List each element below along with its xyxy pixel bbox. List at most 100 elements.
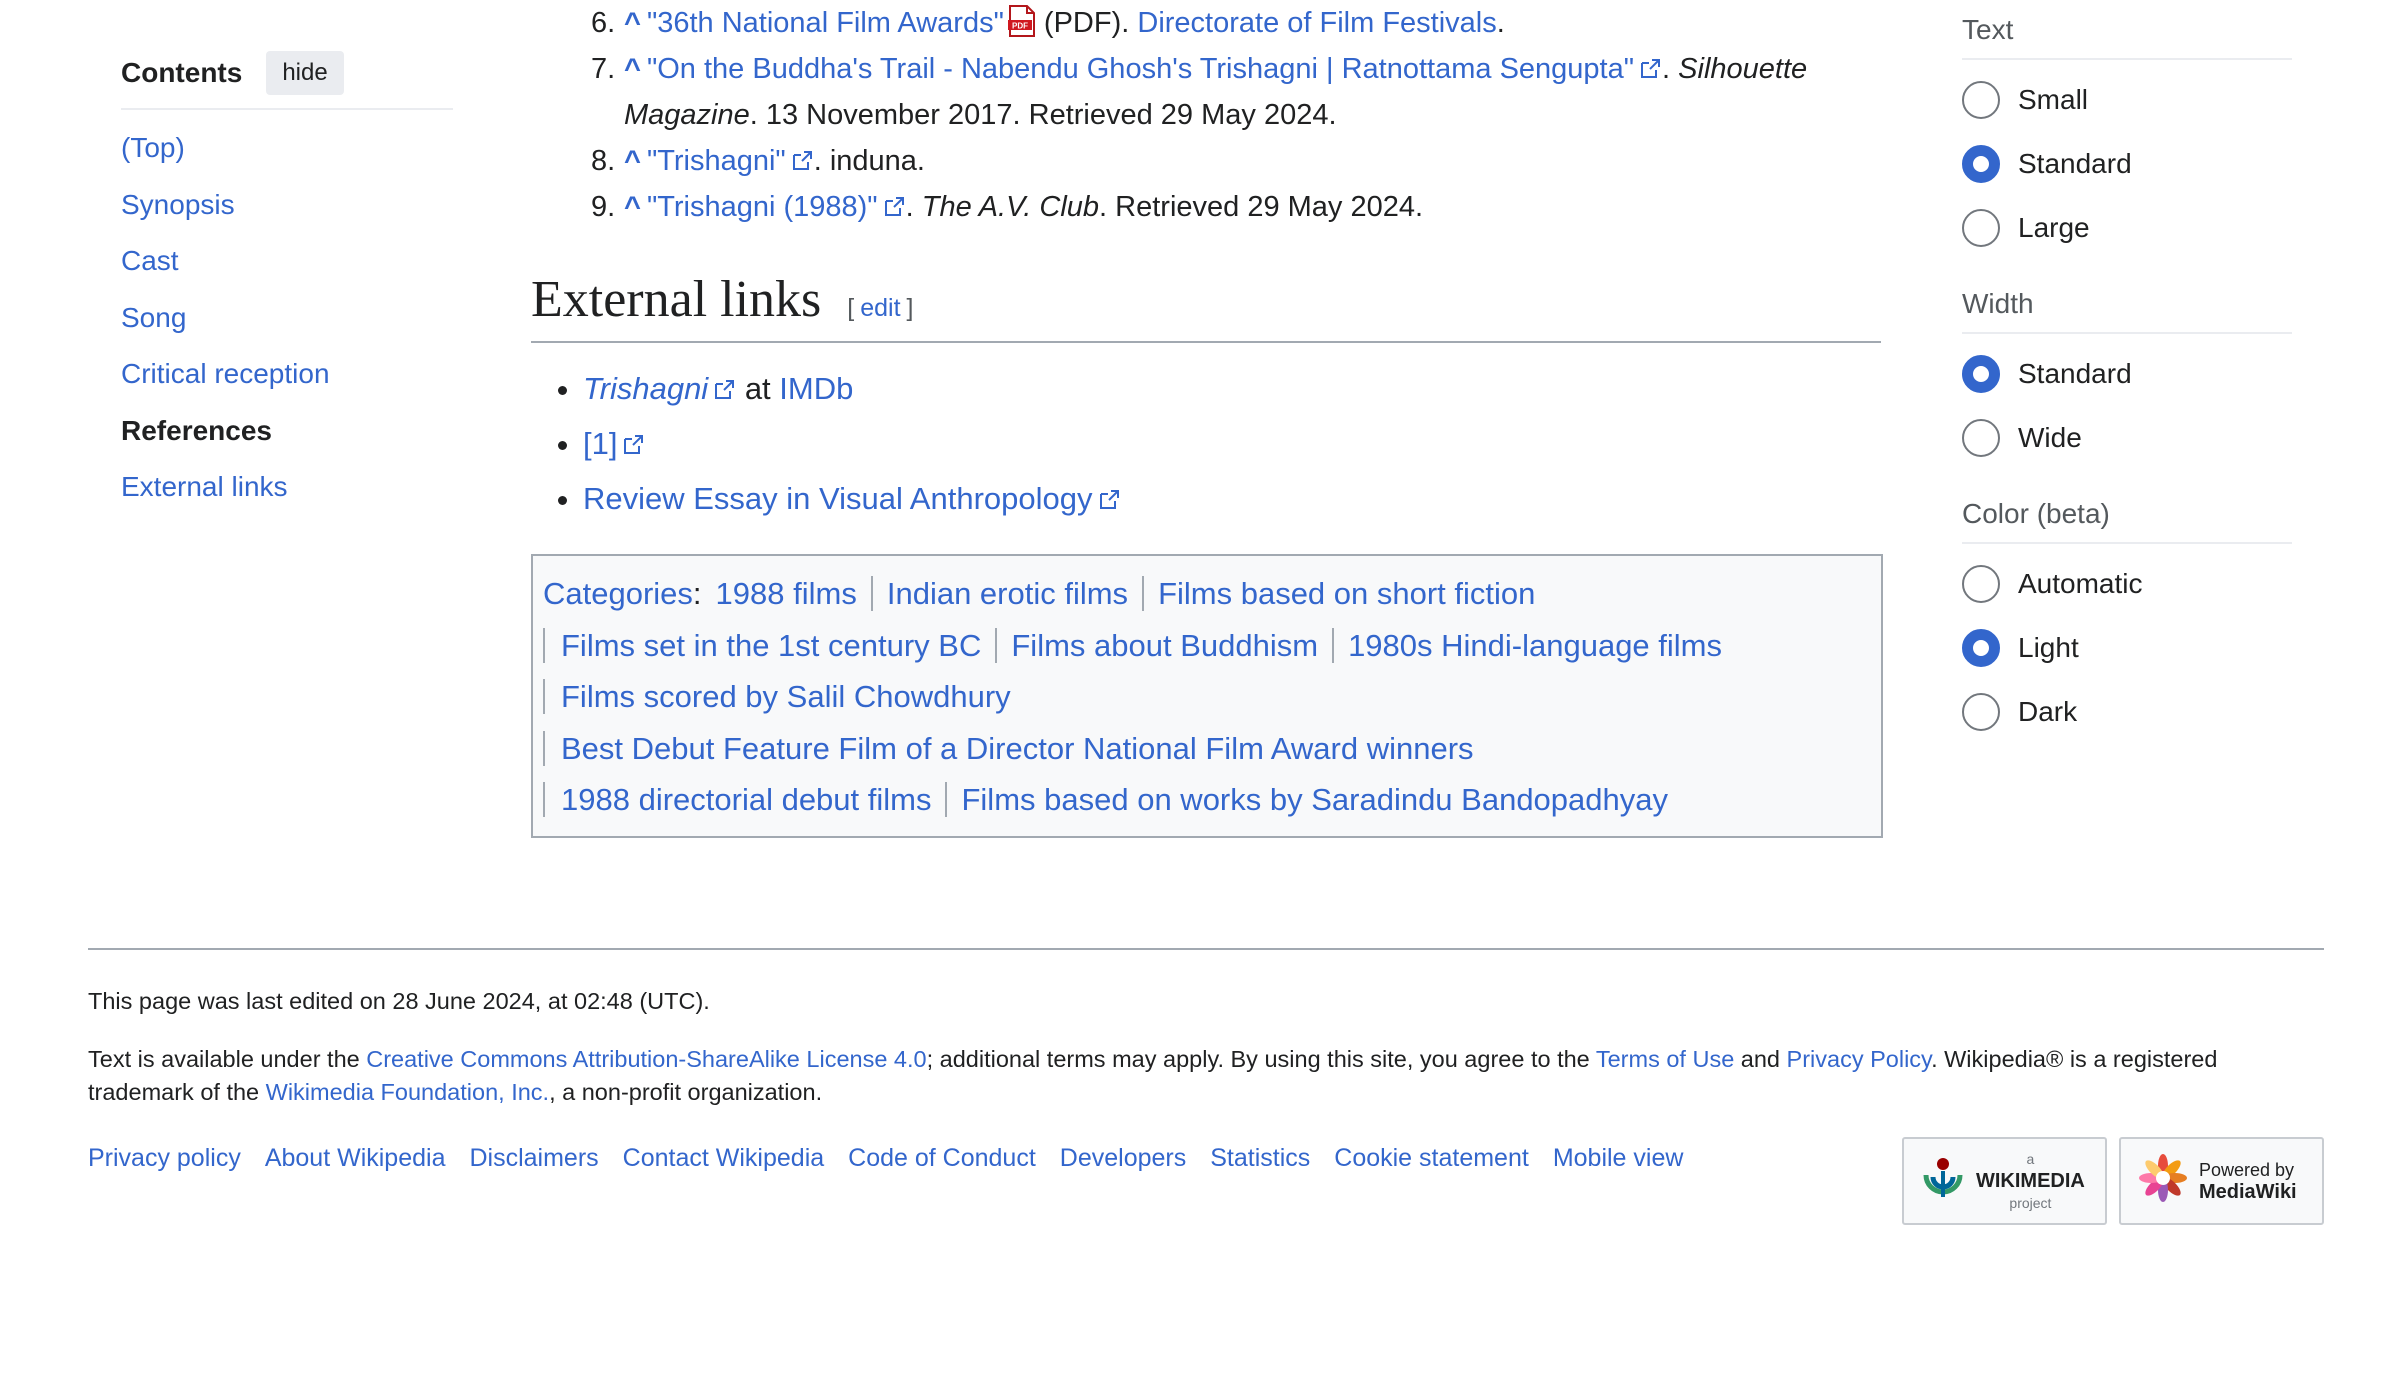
publisher-link[interactable]: Directorate of Film Festivals	[1137, 7, 1496, 39]
toc-item-synopsis[interactable]: Synopsis	[121, 189, 235, 220]
radio-width-wide[interactable]: Wide	[1962, 406, 2292, 470]
wikimedia-foundation-link[interactable]: Wikimedia Foundation, Inc.	[266, 1079, 549, 1105]
external-link-icon	[882, 187, 906, 216]
edit-section: [edit]	[847, 294, 914, 322]
terms-of-use-link[interactable]: Terms of Use	[1596, 1046, 1734, 1072]
external-links-list: Trishagni at IMDb [1] Review Essay in Vi…	[531, 361, 1881, 526]
external-link-icon	[1638, 49, 1662, 78]
radio-button[interactable]	[1962, 565, 2000, 603]
category-link[interactable]: 1988 films	[702, 576, 871, 611]
category-link[interactable]: 1980s Hindi-language films	[1332, 627, 1736, 663]
appearance-panel: Text Small Standard Large Width Standard…	[1962, 0, 2292, 754]
text-size-group: Text Small Standard Large	[1962, 0, 2292, 270]
external-link-icon	[621, 419, 645, 454]
toc-item-external-links[interactable]: External links	[121, 471, 288, 502]
reference-work: The A.V. Club	[921, 191, 1100, 223]
toc-hide-button[interactable]: hide	[266, 51, 344, 95]
footer-link-about[interactable]: About Wikipedia	[265, 1144, 446, 1173]
category-link[interactable]: Films based on works by Saradindu Bandop…	[945, 782, 1683, 817]
reference-title-link[interactable]: "Trishagni (1988)"	[647, 191, 878, 223]
external-links-heading: External links [edit]	[531, 270, 1881, 343]
toc-header: Contents hide	[121, 48, 453, 110]
reference-item: 6. ^ "36th National Film Awards" PDF (PDF)…	[591, 5, 1505, 39]
review-essay-link[interactable]: Review Essay in Visual Anthropology	[583, 481, 1093, 516]
powered-by-mediawiki-badge[interactable]: Powered by MediaWiki	[2119, 1137, 2324, 1225]
radio-width-standard[interactable]: Standard	[1962, 342, 2292, 406]
category-link[interactable]: Films based on short fiction	[1142, 576, 1550, 611]
radio-button-selected[interactable]	[1962, 145, 2000, 183]
external-link-icon	[712, 364, 736, 399]
radio-color-dark[interactable]: Dark	[1962, 680, 2292, 744]
radio-button[interactable]	[1962, 419, 2000, 457]
category-link[interactable]: Indian erotic films	[870, 576, 1143, 611]
width-title: Width	[1962, 274, 2292, 334]
radio-button-selected[interactable]	[1962, 355, 2000, 393]
references-list: 6. ^ "36th National Film Awards" PDF (PDF)…	[531, 0, 1881, 230]
toc-item-top[interactable]: (Top)	[121, 132, 185, 163]
text-size-title: Text	[1962, 0, 2292, 60]
footer-link-code-of-conduct[interactable]: Code of Conduct	[848, 1144, 1036, 1173]
toc-list: (Top) Synopsis Cast Song Critical recept…	[121, 128, 453, 524]
last-edited-text: This page was last edited on 28 June 202…	[88, 988, 710, 1014]
list-item: [1]	[583, 416, 1881, 471]
backlink-caret[interactable]: ^	[624, 191, 641, 223]
radio-text-standard[interactable]: Standard	[1962, 132, 2292, 196]
category-row: Films set in the 1st century BC Films abo…	[543, 620, 1871, 672]
reference-title-link[interactable]: "36th National Film Awards"	[647, 7, 1004, 39]
edit-link[interactable]: edit	[860, 294, 900, 322]
footer-link-mobile-view[interactable]: Mobile view	[1553, 1144, 1684, 1173]
toc-item-references[interactable]: References	[121, 415, 272, 446]
footer-link-disclaimers[interactable]: Disclaimers	[469, 1144, 598, 1173]
category-row: Films scored by Salil Chowdhury	[543, 671, 1871, 723]
radio-button[interactable]	[1962, 209, 2000, 247]
radio-color-light[interactable]: Light	[1962, 616, 2292, 680]
radio-text-small[interactable]: Small	[1962, 68, 2292, 132]
category-link[interactable]: Films scored by Salil Chowdhury	[543, 679, 1025, 714]
privacy-policy-inline-link[interactable]: Privacy Policy	[1787, 1046, 1932, 1072]
page-footer: This page was last edited on 28 June 202…	[88, 948, 2324, 1225]
external-link-1[interactable]: [1]	[583, 426, 617, 461]
toc-title: Contents	[121, 57, 243, 88]
color-group: Color (beta) Automatic Light Dark	[1962, 480, 2292, 754]
backlink-caret[interactable]: ^	[624, 53, 641, 85]
mediawiki-logo-icon	[2137, 1152, 2189, 1210]
color-title: Color (beta)	[1962, 484, 2292, 544]
toc-item-cast[interactable]: Cast	[121, 245, 179, 276]
svg-text:PDF: PDF	[1012, 22, 1028, 31]
reference-title-link[interactable]: "On the Buddha's Trail - Nabendu Ghosh's…	[647, 53, 1634, 85]
wikimedia-logo-icon	[1920, 1155, 1966, 1207]
external-link-icon	[1097, 474, 1121, 509]
reference-item: 7. ^ "On the Buddha's Trail - Nabendu Gho…	[531, 46, 1881, 138]
imdb-link[interactable]: IMDb	[779, 371, 853, 406]
category-link[interactable]: 1988 directorial debut films	[543, 782, 946, 817]
radio-text-large[interactable]: Large	[1962, 196, 2292, 260]
category-link[interactable]: Best Debut Feature Film of a Director Na…	[543, 730, 1488, 766]
table-of-contents: Contents hide (Top) Synopsis Cast Song C…	[121, 48, 453, 524]
toc-item-critical-reception[interactable]: Critical reception	[121, 358, 330, 389]
category-link[interactable]: Films set in the 1st century BC	[543, 627, 996, 663]
footer-link-cookie-statement[interactable]: Cookie statement	[1334, 1144, 1529, 1173]
cc-license-link[interactable]: Creative Commons Attribution-ShareAlike …	[366, 1046, 926, 1072]
category-link[interactable]: Films about Buddhism	[995, 627, 1333, 663]
reference-title-link[interactable]: "Trishagni"	[647, 145, 786, 177]
radio-button-selected[interactable]	[1962, 629, 2000, 667]
backlink-caret[interactable]: ^	[624, 7, 641, 39]
wikimedia-project-badge[interactable]: a WIKIMEDIA project	[1902, 1137, 2107, 1225]
width-group: Width Standard Wide	[1962, 270, 2292, 480]
categories-label-link[interactable]: Categories	[543, 576, 693, 611]
category-links-box: Categories: 1988 films Indian erotic films…	[531, 554, 1883, 838]
list-item: Trishagni at IMDb	[583, 361, 1881, 416]
footer-link-contact[interactable]: Contact Wikipedia	[623, 1144, 824, 1173]
footer-link-developers[interactable]: Developers	[1060, 1144, 1186, 1173]
backlink-caret[interactable]: ^	[624, 145, 641, 177]
toc-item-song[interactable]: Song	[121, 302, 186, 333]
imdb-title-link[interactable]: Trishagni	[583, 371, 708, 406]
category-row: Best Debut Feature Film of a Director Na…	[543, 723, 1871, 775]
radio-color-automatic[interactable]: Automatic	[1962, 552, 2292, 616]
radio-button[interactable]	[1962, 693, 2000, 731]
radio-button[interactable]	[1962, 81, 2000, 119]
footer-link-privacy-policy[interactable]: Privacy policy	[88, 1144, 241, 1173]
license-text: Text is available under the Creative Com…	[88, 1046, 2218, 1105]
footer-badges: a WIKIMEDIA project Powered by MediaWiki	[1902, 1137, 2324, 1225]
footer-link-statistics[interactable]: Statistics	[1210, 1144, 1310, 1173]
